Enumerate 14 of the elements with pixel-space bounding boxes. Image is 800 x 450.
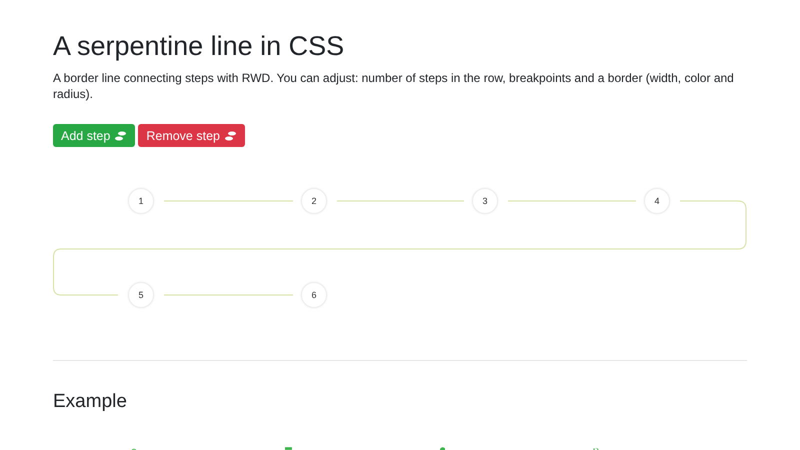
- square-icon: [284, 445, 292, 450]
- step-circle: 4: [644, 188, 670, 214]
- page-title: A serpentine line in CSS: [53, 30, 346, 62]
- add-step-button[interactable]: Add step: [53, 124, 136, 147]
- step-circle: 5: [128, 282, 154, 308]
- step-circle: 6: [301, 282, 327, 308]
- footprints-icon: [114, 130, 128, 140]
- step-circle: 3: [472, 188, 498, 214]
- footprints-icon: [224, 130, 237, 140]
- description: A border line connecting steps with RWD. You can adjust: number of steps in the row, breakpoints and a border (width, color and radius).: [53, 70, 735, 102]
- section-heading: Example: [53, 390, 128, 414]
- step-circle: 2: [301, 188, 327, 214]
- remove-step-button[interactable]: Remove step: [138, 124, 245, 147]
- step-circle: 1: [128, 188, 154, 214]
